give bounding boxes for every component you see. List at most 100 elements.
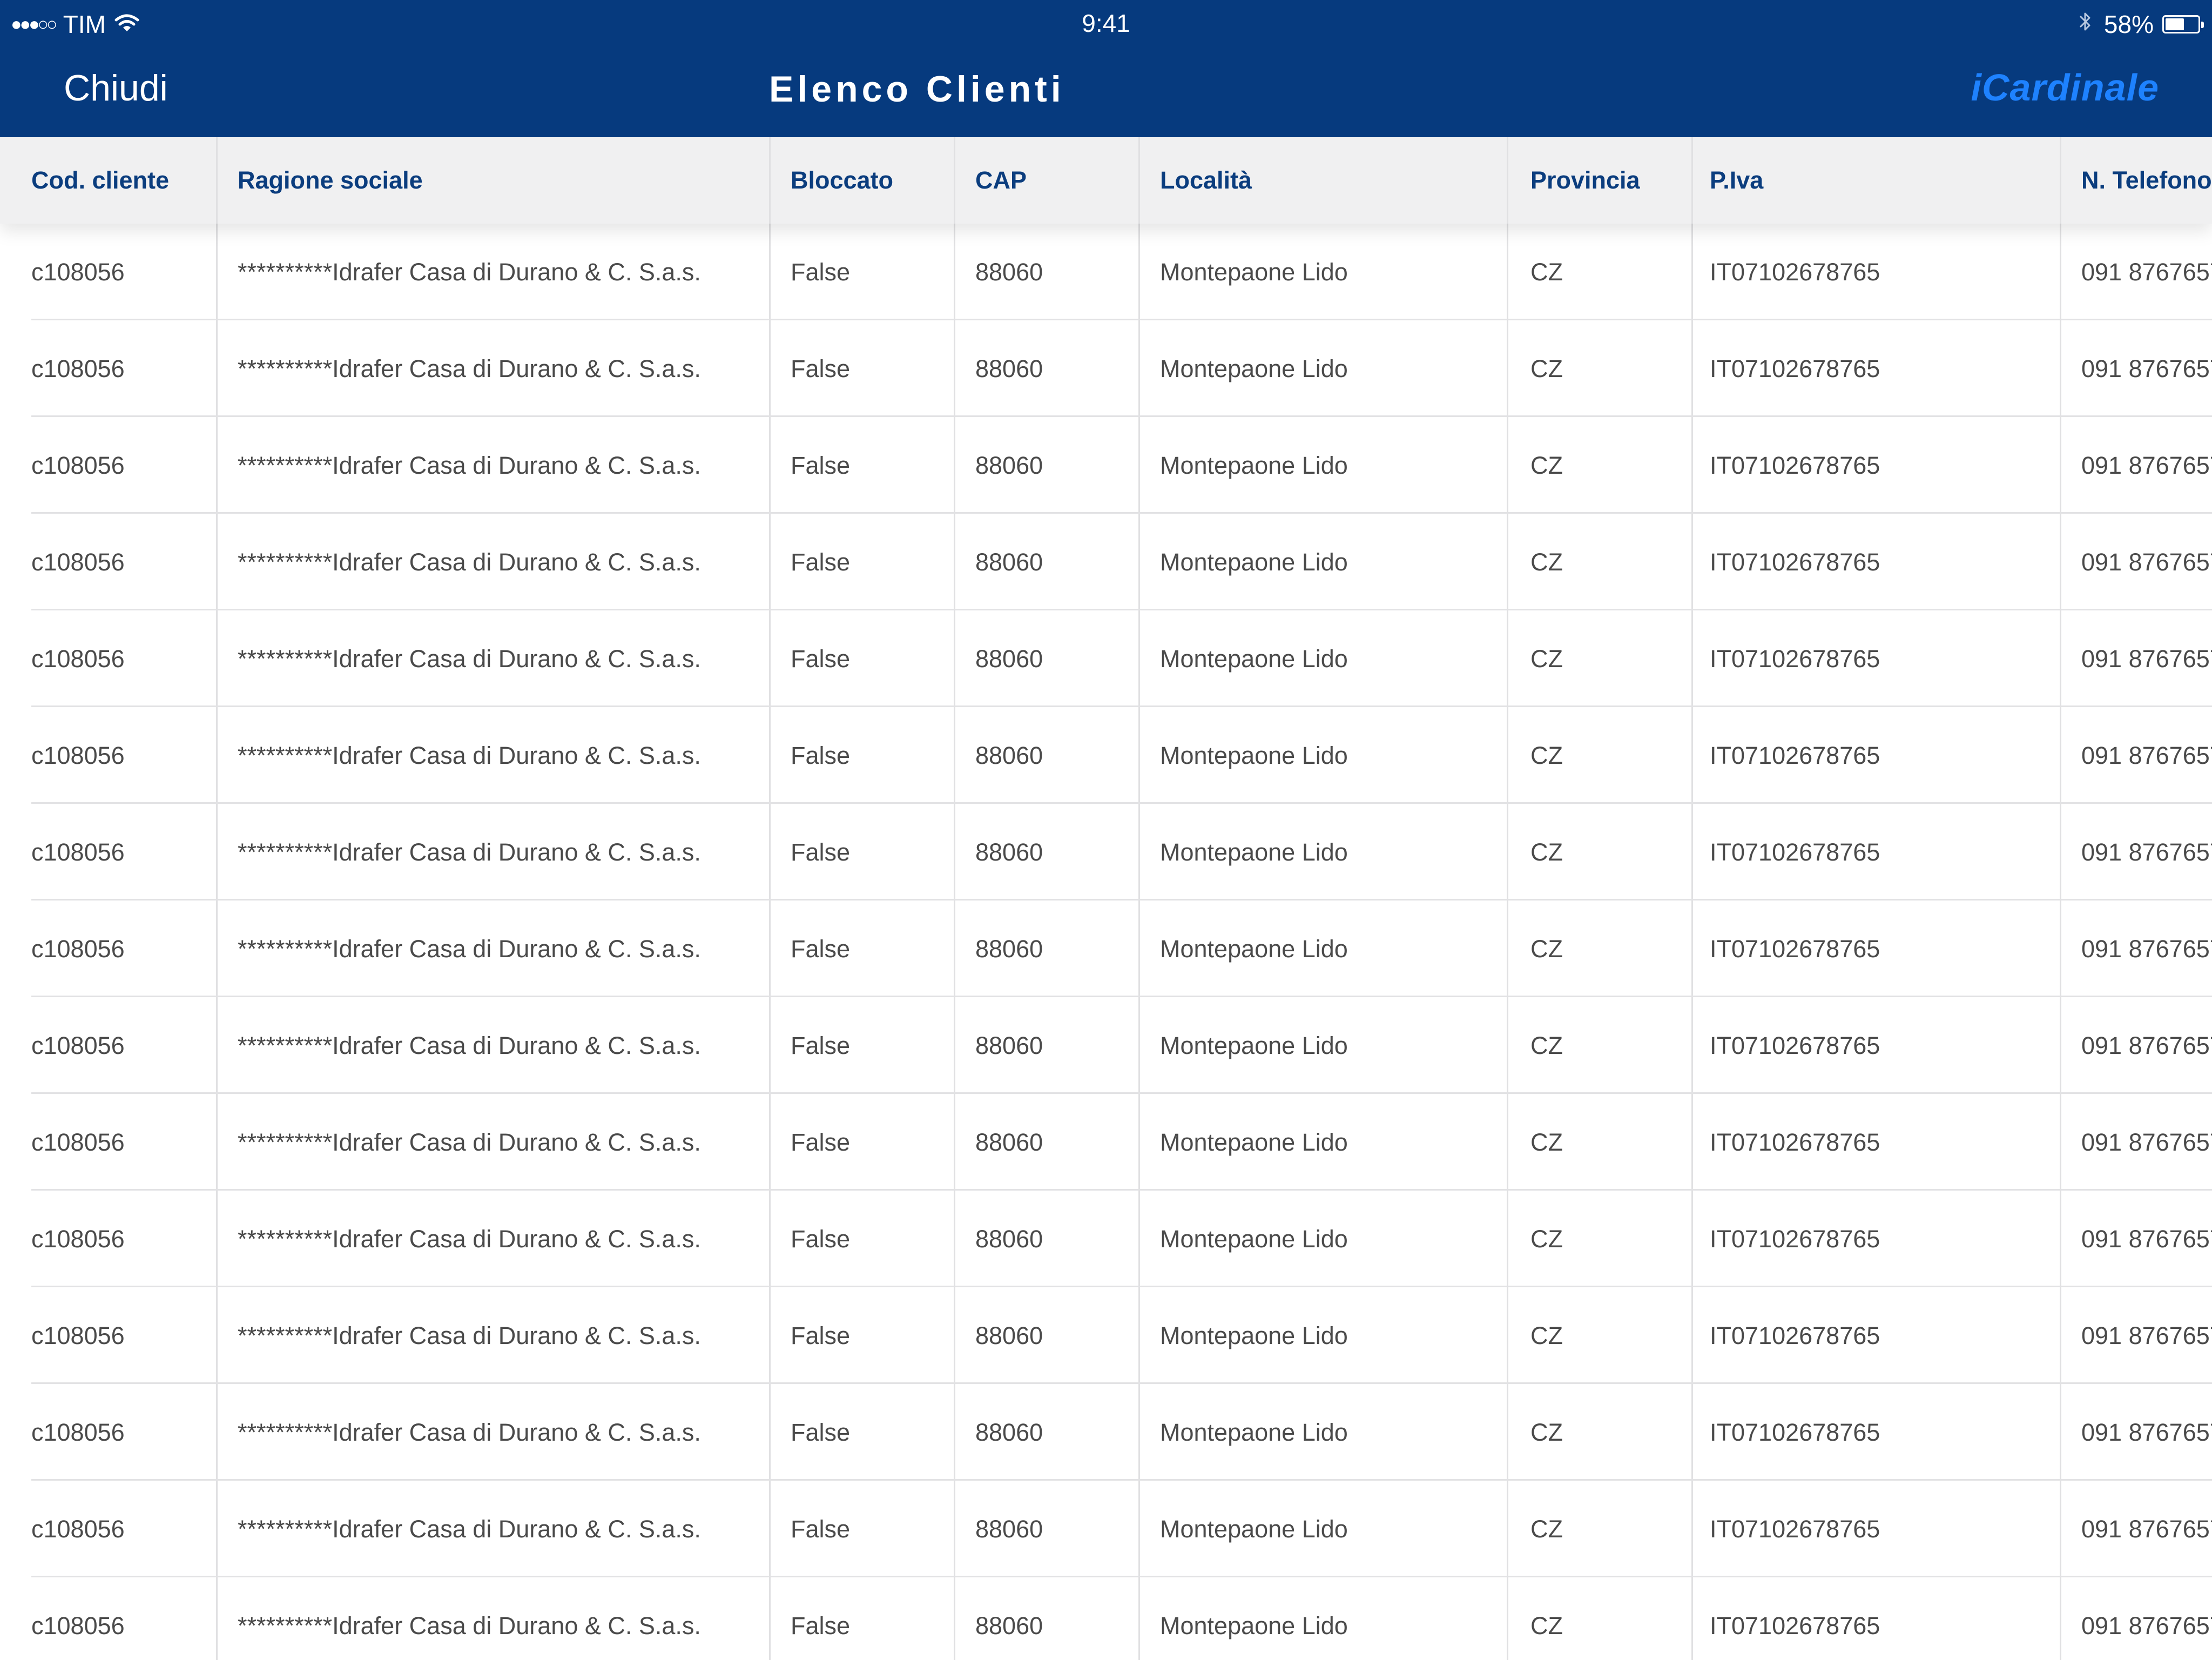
cell-provincia: CZ: [1507, 804, 1691, 900]
cell-cap: 88060: [954, 1287, 1138, 1384]
cell-localita: Montepaone Lido: [1138, 1481, 1507, 1577]
cell-provincia: CZ: [1507, 514, 1691, 610]
cell-cod-cliente: c108056: [31, 1321, 125, 1349]
table-row[interactable]: c108056 **********Idrafer Casa di Durano …: [0, 320, 2212, 417]
cell-cod-cliente: c108056: [31, 644, 125, 673]
cell-localita: Montepaone Lido: [1138, 1191, 1507, 1287]
clients-table[interactable]: Cod. cliente Ragione sociale Bloccato CA…: [0, 137, 2212, 1660]
cell-ragione-sociale: **********Idrafer Casa di Durano & C. S.…: [216, 900, 769, 997]
cell-ragione-sociale: **********Idrafer Casa di Durano & C. S.…: [216, 514, 769, 610]
table-row[interactable]: c108056 **********Idrafer Casa di Durano …: [0, 1384, 2212, 1481]
table-row[interactable]: c108056 **********Idrafer Casa di Durano …: [0, 1287, 2212, 1384]
cell-localita: Montepaone Lido: [1138, 900, 1507, 997]
table-row[interactable]: c108056 **********Idrafer Casa di Durano …: [0, 417, 2212, 514]
cell-telefono: 091 8767657: [2060, 610, 2212, 707]
cell-cap: 88060: [954, 417, 1138, 514]
cell-piva: IT07102678765: [1691, 900, 2060, 997]
cell-localita: Montepaone Lido: [1138, 610, 1507, 707]
cell-provincia: CZ: [1507, 417, 1691, 514]
cell-bloccato: False: [769, 610, 954, 707]
table-row[interactable]: c108056 **********Idrafer Casa di Durano …: [0, 1481, 2212, 1577]
table-row[interactable]: c108056 **********Idrafer Casa di Durano …: [0, 804, 2212, 900]
cell-ragione-sociale: **********Idrafer Casa di Durano & C. S.…: [216, 1481, 769, 1577]
cell-cap: 88060: [954, 1191, 1138, 1287]
cell-piva: IT07102678765: [1691, 1094, 2060, 1191]
cell-bloccato: False: [769, 320, 954, 417]
cell-cod-cliente: c108056: [31, 548, 125, 576]
cell-bloccato: False: [769, 707, 954, 804]
table-row[interactable]: c108056 **********Idrafer Casa di Durano …: [0, 707, 2212, 804]
battery-percentage: 58%: [2103, 10, 2154, 38]
table-row[interactable]: c108056 **********Idrafer Casa di Durano …: [0, 900, 2212, 997]
column-header-cap[interactable]: CAP: [954, 137, 1138, 224]
cell-cap: 88060: [954, 320, 1138, 417]
column-header-localita[interactable]: Località: [1138, 137, 1507, 224]
table-row[interactable]: c108056 **********Idrafer Casa di Durano …: [0, 997, 2212, 1094]
cell-piva: IT07102678765: [1691, 707, 2060, 804]
cell-provincia: CZ: [1507, 1577, 1691, 1660]
cell-telefono: 091 8767657: [2060, 707, 2212, 804]
cell-localita: Montepaone Lido: [1138, 1384, 1507, 1481]
brand-logo: iCardinale: [1971, 66, 2159, 109]
cell-ragione-sociale: **********Idrafer Casa di Durano & C. S.…: [216, 804, 769, 900]
cell-localita: Montepaone Lido: [1138, 224, 1507, 320]
cell-piva: IT07102678765: [1691, 1481, 2060, 1577]
cell-cap: 88060: [954, 224, 1138, 320]
cell-localita: Montepaone Lido: [1138, 997, 1507, 1094]
column-header-cod-cliente[interactable]: Cod. cliente: [31, 137, 216, 224]
table-row[interactable]: c108056 **********Idrafer Casa di Durano …: [0, 1191, 2212, 1287]
column-header-ragione-sociale[interactable]: Ragione sociale: [216, 137, 769, 224]
cell-cap: 88060: [954, 610, 1138, 707]
cell-cod-cliente: c108056: [31, 1418, 125, 1446]
cell-cod-cliente: c108056: [31, 1611, 125, 1639]
top-bar: ●●●○○ TIM 9:41 58% Chiudi Elenco Clienti…: [0, 0, 2212, 137]
cell-bloccato: False: [769, 1384, 954, 1481]
table-row[interactable]: c108056 **********Idrafer Casa di Durano …: [0, 610, 2212, 707]
bluetooth-icon: [2078, 10, 2092, 39]
cell-cod-cliente: c108056: [31, 838, 125, 866]
table-body: c108056 **********Idrafer Casa di Durano …: [0, 224, 2212, 1660]
cell-cod-cliente: c108056: [31, 1225, 125, 1253]
cell-bloccato: False: [769, 1287, 954, 1384]
cell-cap: 88060: [954, 1094, 1138, 1191]
cell-bloccato: False: [769, 997, 954, 1094]
column-header-telefono[interactable]: N. Telefono: [2060, 137, 2212, 224]
cell-ragione-sociale: **********Idrafer Casa di Durano & C. S.…: [216, 1191, 769, 1287]
cell-localita: Montepaone Lido: [1138, 417, 1507, 514]
cell-provincia: CZ: [1507, 610, 1691, 707]
column-header-bloccato[interactable]: Bloccato: [769, 137, 954, 224]
status-bar: ●●●○○ TIM 9:41 58%: [0, 0, 2212, 52]
table-row[interactable]: c108056 **********Idrafer Casa di Durano …: [0, 514, 2212, 610]
cell-cap: 88060: [954, 900, 1138, 997]
close-button[interactable]: Chiudi: [64, 67, 168, 109]
table-row[interactable]: c108056 **********Idrafer Casa di Durano …: [0, 1094, 2212, 1191]
cell-localita: Montepaone Lido: [1138, 707, 1507, 804]
column-header-provincia[interactable]: Provincia: [1507, 137, 1691, 224]
cell-piva: IT07102678765: [1691, 514, 2060, 610]
cell-bloccato: False: [769, 804, 954, 900]
cell-cod-cliente: c108056: [31, 1128, 125, 1156]
cell-piva: IT07102678765: [1691, 1384, 2060, 1481]
cell-telefono: 091 8767657: [2060, 1384, 2212, 1481]
table-row[interactable]: c108056 **********Idrafer Casa di Durano …: [0, 224, 2212, 320]
column-header-piva[interactable]: P.Iva: [1691, 137, 2060, 224]
cell-piva: IT07102678765: [1691, 320, 2060, 417]
status-right: 58%: [2078, 10, 2204, 39]
cell-telefono: 091 8767657: [2060, 1191, 2212, 1287]
cell-ragione-sociale: **********Idrafer Casa di Durano & C. S.…: [216, 224, 769, 320]
cell-localita: Montepaone Lido: [1138, 1094, 1507, 1191]
table-header-row: Cod. cliente Ragione sociale Bloccato CA…: [0, 137, 2212, 224]
cell-piva: IT07102678765: [1691, 804, 2060, 900]
battery-level-fill: [2166, 18, 2184, 30]
cell-provincia: CZ: [1507, 1191, 1691, 1287]
cell-bloccato: False: [769, 417, 954, 514]
cell-provincia: CZ: [1507, 1094, 1691, 1191]
cell-localita: Montepaone Lido: [1138, 1577, 1507, 1660]
cell-cod-cliente: c108056: [31, 935, 125, 963]
cell-cap: 88060: [954, 997, 1138, 1094]
table-row[interactable]: c108056 **********Idrafer Casa di Durano …: [0, 1577, 2212, 1660]
cell-provincia: CZ: [1507, 320, 1691, 417]
cell-cap: 88060: [954, 514, 1138, 610]
cell-telefono: 091 8767657: [2060, 1094, 2212, 1191]
status-time: 9:41: [1082, 9, 1130, 37]
